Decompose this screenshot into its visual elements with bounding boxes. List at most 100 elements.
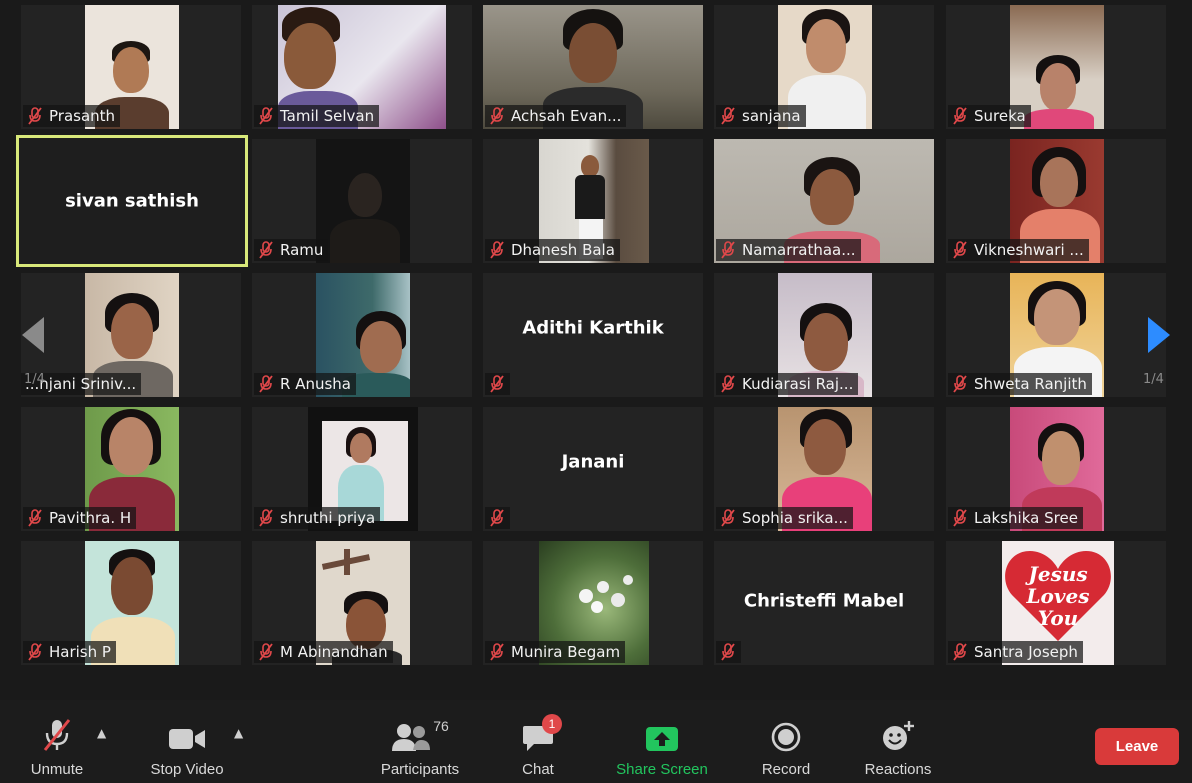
page-indicator-left: 1/4 <box>24 372 45 387</box>
participant-tile[interactable]: M Abinandhan <box>252 541 472 665</box>
smiley-add-icon <box>856 718 940 752</box>
participant-name-label: R Anusha <box>254 373 356 395</box>
participant-name: Adithi Karthik <box>522 317 664 339</box>
muted-mic-icon <box>720 375 736 393</box>
participant-tile[interactable]: R Anusha <box>252 273 472 397</box>
participant-name-label: Pavithra. H <box>23 507 137 529</box>
heart-icon: Jesus Loves You <box>1005 551 1111 641</box>
participant-tile[interactable]: Sureka <box>946 5 1166 129</box>
muted-mic-icon <box>27 643 43 661</box>
chat-button[interactable]: 1 Chat <box>508 714 568 778</box>
participant-tile[interactable]: Tamil Selvan <box>252 5 472 129</box>
participant-tile[interactable]: Kudiarasi Raj... <box>714 273 934 397</box>
muted-mic-icon <box>258 509 274 527</box>
muted-mic-icon <box>489 375 505 393</box>
participant-tile[interactable]: Pavithra. H <box>21 407 241 531</box>
participants-button[interactable]: 76 Participants <box>372 718 468 778</box>
svg-text:Jesus: Jesus <box>1024 562 1087 586</box>
participant-tile[interactable]: Ramu <box>252 139 472 263</box>
muted-mic-icon <box>720 241 736 259</box>
participant-tile[interactable]: Janani <box>483 407 703 531</box>
share-screen-arrow-icon <box>608 718 716 752</box>
muted-mic-icon <box>258 375 274 393</box>
participant-name-label: Munira Begam <box>485 641 626 663</box>
audio-options-chevron-up-icon[interactable]: ▲ <box>97 726 106 740</box>
muted-mic-icon <box>720 107 736 125</box>
participant-name-label: Ramu <box>254 239 329 261</box>
participant-tile-active-speaker[interactable]: sivan sathish <box>16 135 248 267</box>
participant-name-label: Harish P <box>23 641 116 663</box>
participant-name-label <box>485 507 510 529</box>
participant-tile[interactable]: Harish P <box>21 541 241 665</box>
muted-mic-icon <box>952 241 968 259</box>
participant-tile[interactable]: Lakshika Sree <box>946 407 1166 531</box>
record-button[interactable]: Record <box>754 718 818 778</box>
participant-name: sivan sathish <box>65 190 199 212</box>
page-indicator-right: 1/4 <box>1143 372 1164 387</box>
participant-name-label: Namarrathaa... <box>716 239 861 261</box>
participant-name-label: M Abinandhan <box>254 641 393 663</box>
participant-name-label <box>716 641 741 663</box>
next-page-arrow-icon[interactable] <box>1146 315 1172 359</box>
unmute-button[interactable]: Unmute <box>22 718 92 778</box>
participant-tile[interactable]: Shweta Ranjith <box>946 273 1166 397</box>
video-camera-icon <box>140 718 234 752</box>
muted-mic-icon <box>258 241 274 259</box>
muted-mic-icon <box>720 509 736 527</box>
participant-tile[interactable]: Munira Begam <box>483 541 703 665</box>
muted-mic-icon <box>258 643 274 661</box>
participant-tile[interactable]: Dhanesh Bala <box>483 139 703 263</box>
video-gallery: Prasanth Tamil Selvan Achsah Evan... san… <box>0 0 1192 680</box>
participant-tile[interactable]: Jesus Loves You Santra Joseph <box>946 541 1166 665</box>
participant-tile[interactable]: Achsah Evan... <box>483 5 703 129</box>
chat-bubble-icon: 1 <box>508 714 568 752</box>
participant-tile[interactable]: Adithi Karthik <box>483 273 703 397</box>
participant-name-label: Sureka <box>948 105 1031 127</box>
leave-button[interactable]: Leave <box>1095 728 1179 765</box>
muted-mic-icon <box>952 107 968 125</box>
muted-mic-icon <box>952 509 968 527</box>
participant-tile[interactable]: Prasanth <box>21 5 241 129</box>
svg-text:You: You <box>1038 606 1078 630</box>
participant-tile[interactable]: sanjana <box>714 5 934 129</box>
participants-icon: 76 <box>372 718 468 752</box>
muted-mic-icon <box>952 375 968 393</box>
participant-name-label: Prasanth <box>23 105 121 127</box>
muted-mic-icon <box>258 107 274 125</box>
muted-mic-icon <box>489 107 505 125</box>
reactions-button[interactable]: Reactions <box>856 718 940 778</box>
video-options-chevron-up-icon[interactable]: ▲ <box>234 726 243 740</box>
muted-mic-icon <box>27 509 43 527</box>
participant-tile[interactable]: Vikneshwari ... <box>946 139 1166 263</box>
participant-name-label: Vikneshwari ... <box>948 239 1089 261</box>
meeting-toolbar: Unmute ▲ Stop Video ▲ 76 Participants 1 … <box>0 700 1192 783</box>
record-icon <box>754 718 818 752</box>
participant-name-label: Tamil Selvan <box>254 105 380 127</box>
participant-tile[interactable]: shruthi priya <box>252 407 472 531</box>
participant-name: Christeffi Mabel <box>743 590 905 612</box>
participant-name-label: Kudiarasi Raj... <box>716 373 859 395</box>
stop-video-button[interactable]: Stop Video <box>140 718 234 778</box>
participant-name-label: Achsah Evan... <box>485 105 627 127</box>
participant-name-label: Dhanesh Bala <box>485 239 620 261</box>
muted-microphone-icon <box>22 718 92 752</box>
chat-unread-badge: 1 <box>542 714 562 734</box>
participant-name-label: Sophia srika... <box>716 507 853 529</box>
participant-name-label: Santra Joseph <box>948 641 1083 663</box>
muted-mic-icon <box>489 241 505 259</box>
participant-tile[interactable]: Sophia srika... <box>714 407 934 531</box>
participant-name-label: shruthi priya <box>254 507 381 529</box>
participant-name-label: sanjana <box>716 105 806 127</box>
muted-mic-icon <box>489 643 505 661</box>
muted-mic-icon <box>489 509 505 527</box>
participant-tile[interactable]: Namarrathaa... <box>714 139 934 263</box>
previous-page-arrow-icon[interactable] <box>20 315 46 359</box>
participant-name: Janani <box>561 451 625 473</box>
share-screen-button[interactable]: Share Screen <box>608 718 716 778</box>
participants-count: 76 <box>433 718 449 734</box>
muted-mic-icon <box>27 107 43 125</box>
muted-mic-icon <box>952 643 968 661</box>
participant-name-label: Lakshika Sree <box>948 507 1083 529</box>
participant-tile[interactable]: ...njani Sriniv... <box>21 273 241 397</box>
participant-tile[interactable]: Christeffi Mabel <box>714 541 934 665</box>
